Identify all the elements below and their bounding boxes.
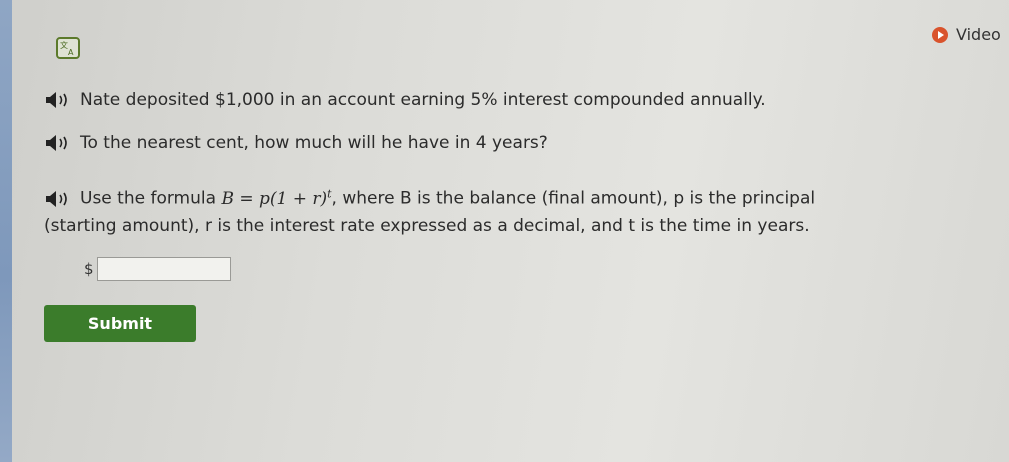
video-link[interactable]: Video bbox=[932, 25, 1001, 44]
speaker-icon[interactable] bbox=[44, 190, 72, 208]
formula-explanation: , where B is the balance (final amount),… bbox=[331, 188, 816, 209]
question-text-2: To the nearest cent, how much will he ha… bbox=[80, 133, 548, 153]
answer-input[interactable] bbox=[96, 257, 231, 281]
translate-button[interactable]: 文 A bbox=[56, 37, 80, 59]
formula-intro: Use the formula bbox=[80, 188, 217, 209]
speaker-icon[interactable] bbox=[44, 91, 72, 109]
question-line-1: Nate deposited $1,000 in an account earn… bbox=[44, 88, 766, 112]
svg-text:文: 文 bbox=[60, 40, 68, 50]
answer-row: $ bbox=[84, 257, 231, 281]
play-icon bbox=[932, 26, 948, 43]
svg-text:A: A bbox=[68, 48, 74, 57]
formula-explanation-continued: (starting amount), r is the interest rat… bbox=[44, 216, 810, 236]
submit-button[interactable]: Submit bbox=[44, 305, 196, 342]
question-text-1: Nate deposited $1,000 in an account earn… bbox=[80, 90, 766, 110]
video-label: Video bbox=[956, 25, 1001, 44]
translate-icon: 文 A bbox=[60, 40, 74, 57]
left-edge-strip bbox=[0, 0, 12, 462]
formula-main: B = p(1 + r) bbox=[221, 188, 328, 209]
currency-symbol: $ bbox=[84, 260, 94, 278]
compound-interest-formula: B = p(1 + r)t bbox=[221, 187, 331, 209]
question-line-3: Use the formula B = p(1 + r)t, where B i… bbox=[44, 182, 815, 211]
speaker-icon[interactable] bbox=[44, 134, 72, 152]
question-line-4: (starting amount), r is the interest rat… bbox=[44, 214, 810, 238]
question-line-2: To the nearest cent, how much will he ha… bbox=[44, 131, 548, 155]
